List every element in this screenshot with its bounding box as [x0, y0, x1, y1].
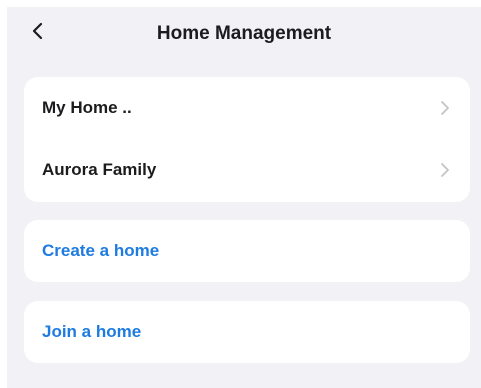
home-item-my-home[interactable]: My Home .. [24, 77, 470, 139]
home-management-screen: Home Management My Home .. Aurora Family… [7, 7, 481, 388]
join-home-button[interactable]: Join a home [24, 301, 470, 363]
chevron-right-icon [438, 162, 452, 178]
create-home-card: Create a home [24, 220, 470, 282]
page-title: Home Management [156, 23, 332, 44]
create-home-label: Create a home [42, 241, 160, 260]
home-item-label: Aurora Family [42, 160, 157, 179]
nav-bar: Home Management [7, 7, 481, 62]
create-home-button[interactable]: Create a home [24, 220, 470, 282]
homes-list: My Home .. Aurora Family [24, 77, 470, 202]
join-home-label: Join a home [42, 322, 142, 341]
home-item-aurora-family[interactable]: Aurora Family [24, 139, 470, 201]
chevron-right-icon [438, 100, 452, 116]
home-item-label: My Home .. [42, 98, 132, 117]
join-home-card: Join a home [24, 301, 470, 363]
